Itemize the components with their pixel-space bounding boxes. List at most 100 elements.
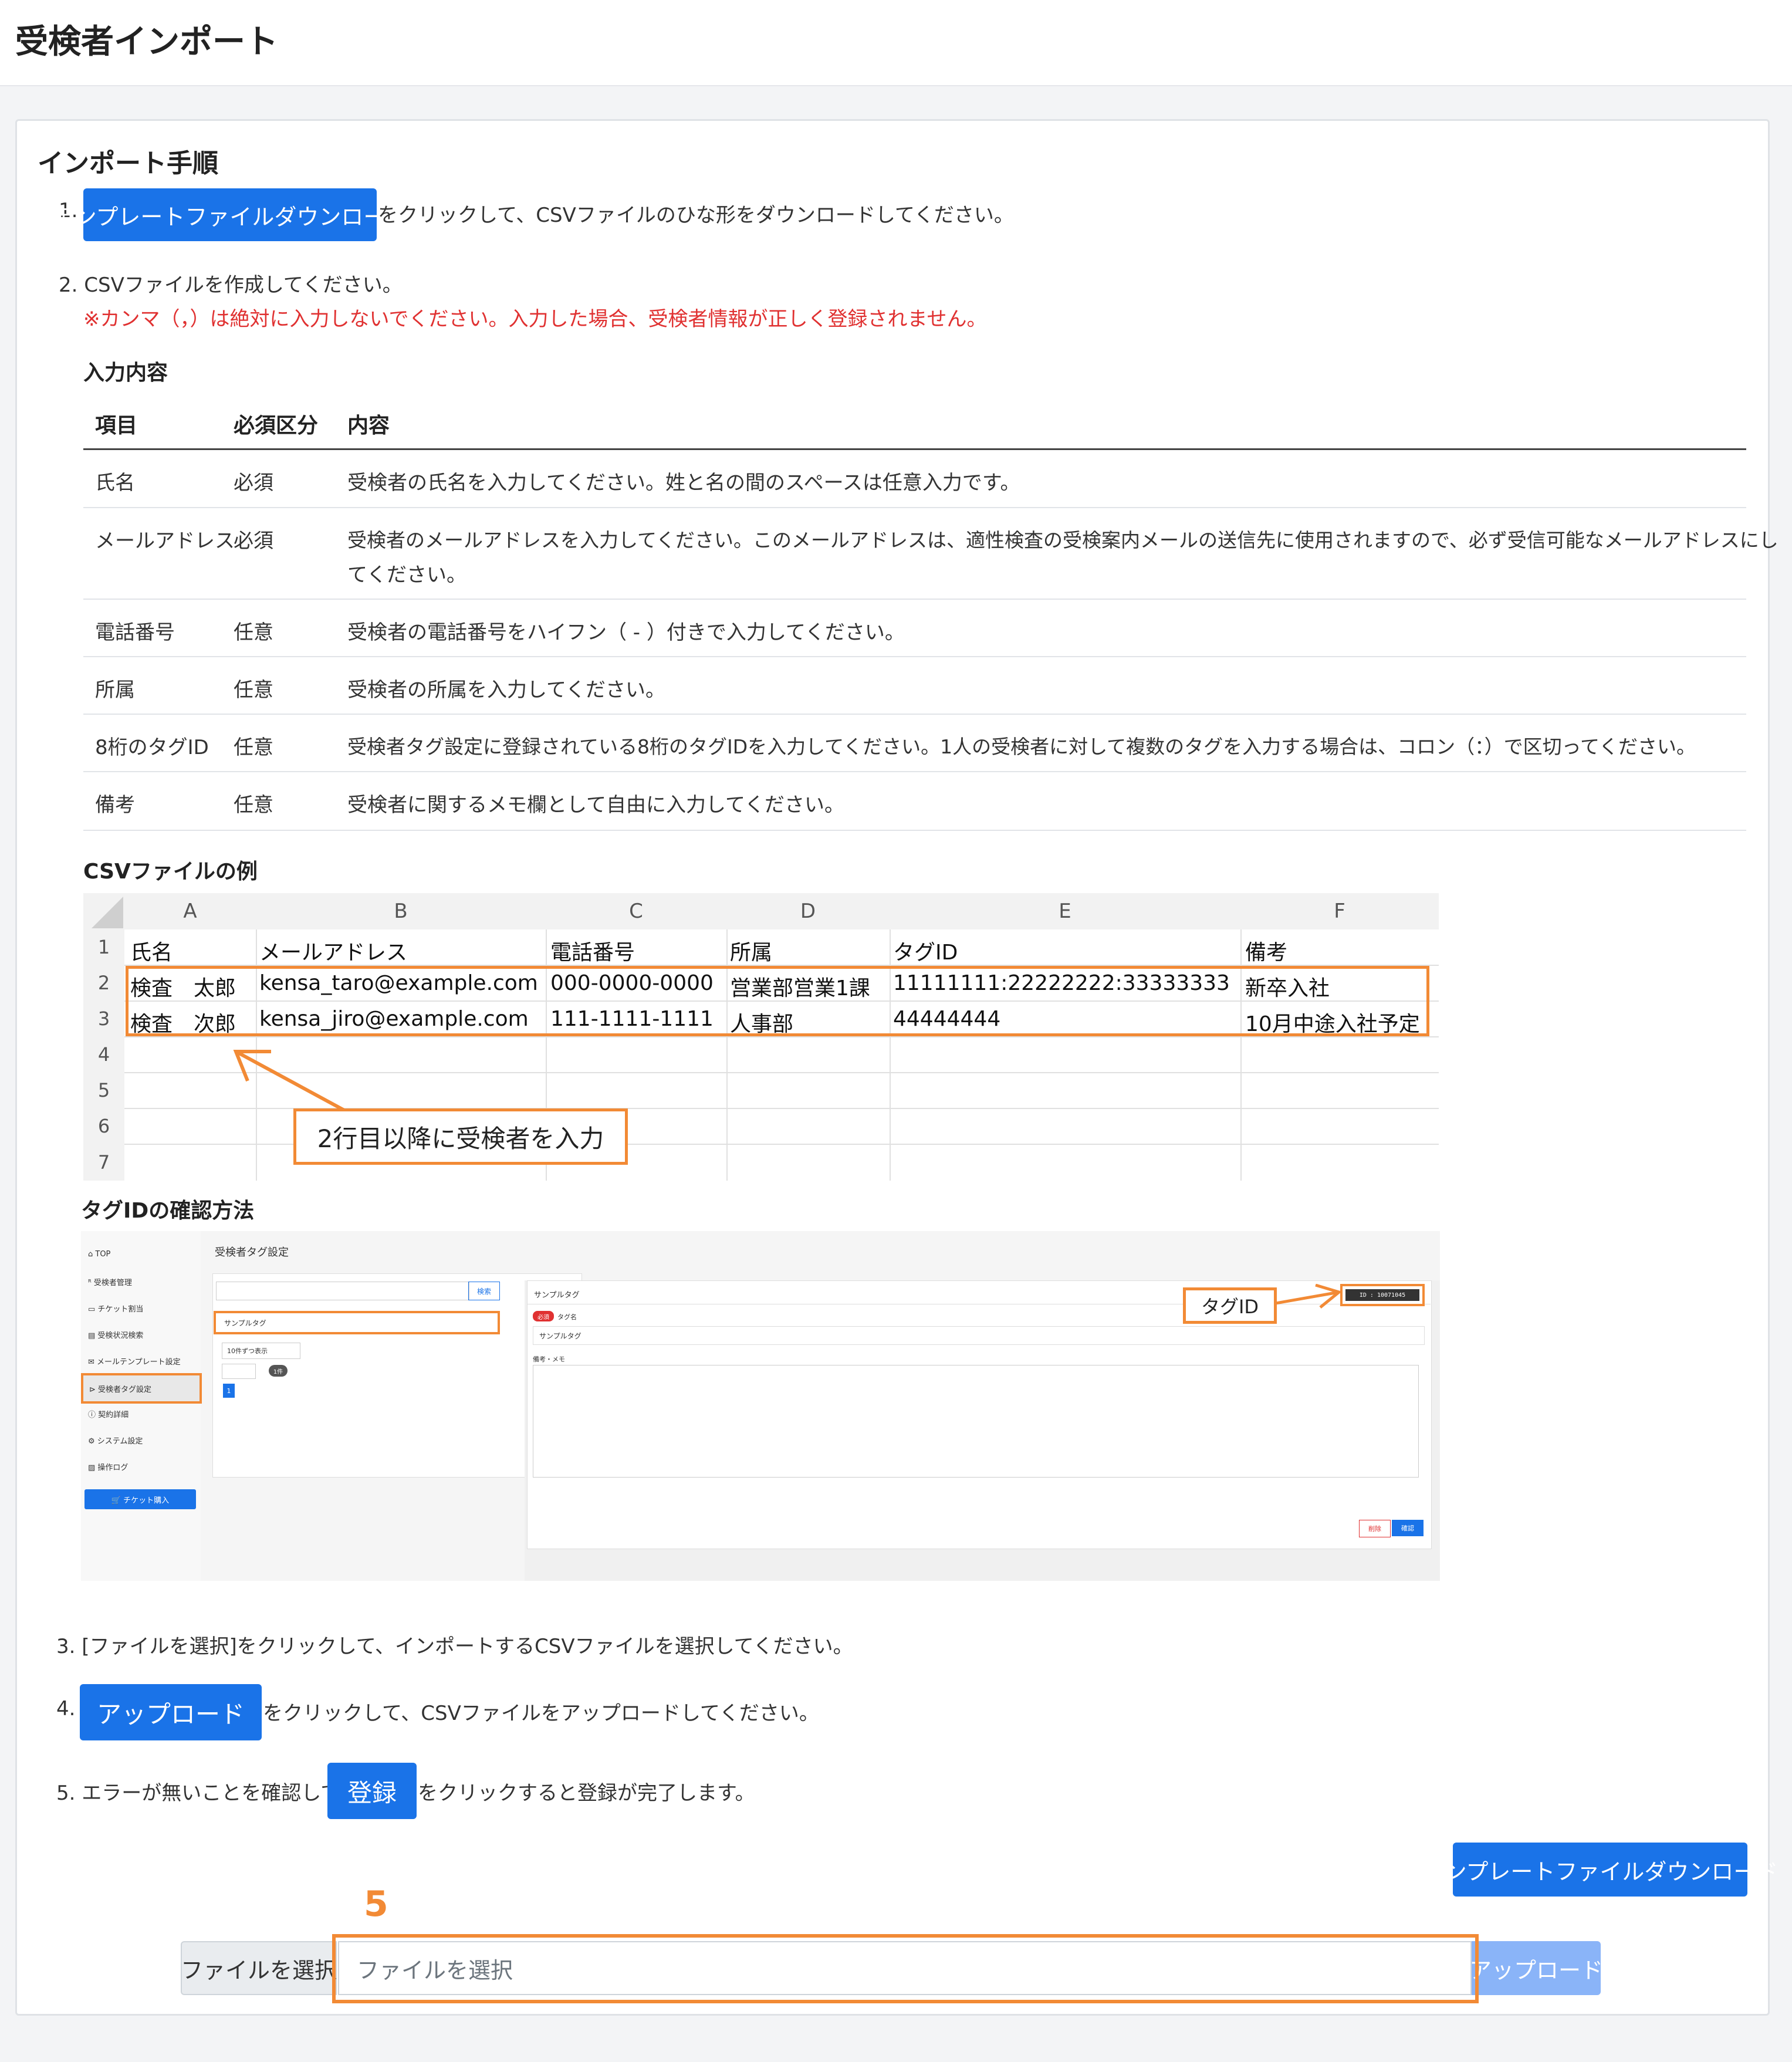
row-description: 受検者のメールアドレスを入力してください。このメールアドレスは、適性検査の受検案… (347, 529, 1779, 552)
row-divider (83, 714, 1746, 715)
sheet-corner (83, 893, 124, 929)
mini-search-input (216, 1282, 469, 1300)
tagid-title: タグIDの確認方法 (81, 1199, 255, 1223)
mini-required-badge: 必須 (533, 1311, 554, 1321)
mini-tag-name-input: サンプルタグ (533, 1326, 1425, 1345)
csv-callout-label: 2行目以降に受検者を入力 (293, 1108, 628, 1165)
mini-sidebar-item: ▭ チケット割当 (88, 1305, 144, 1314)
row-item: 所属 (95, 678, 135, 702)
step1-text: をクリックして、CSVファイルのひな形をダウンロードしてください。 (378, 204, 1014, 227)
tag-settings-screenshot: ⌂ TOP ᴿ 受検者管理 ▭ チケット割当 ▤ 受検状況検索 ✉ メールテンプ… (81, 1231, 1440, 1581)
mini-sidebar-item: ▤ 受検状況検索 (88, 1331, 144, 1340)
row-divider (83, 599, 1746, 600)
row-header: 2 (83, 965, 124, 1000)
mini-confirm-button: 確認 (1392, 1520, 1424, 1536)
row-item: 氏名 (95, 471, 135, 495)
row-header: 3 (83, 1000, 124, 1036)
step4-text: をクリックして、CSVファイルをアップロードしてください。 (263, 1702, 819, 1725)
step3-text: 3. [ファイルを選択]をクリックして、インポートするCSVファイルを選択してく… (56, 1635, 853, 1658)
row-divider (83, 771, 1746, 772)
upload-inline-button[interactable]: アップロード (80, 1684, 262, 1740)
row-description: 受検者タグ設定に登録されている8桁のタグIDを入力してください。1人の受検者に対… (347, 735, 1696, 758)
row-divider (83, 830, 1746, 831)
csv-example-title: CSVファイルの例 (83, 860, 258, 884)
mini-sidebar-item: ⌂ TOP (88, 1250, 111, 1259)
mini-sidebar-item: ᴿ 受検者管理 (88, 1279, 132, 1287)
mini-id-highlight: ID : 10071045 (1340, 1284, 1425, 1306)
row-item: 備考 (95, 793, 135, 817)
sheet-cell: 備考 (1245, 941, 1288, 965)
mini-list-item: サンプルタグ (214, 1311, 500, 1334)
mini-count-badge: 1件 (269, 1365, 288, 1377)
row-description: 受検者の氏名を入力してください。姓と名の間のスペースは任意入力です。 (347, 471, 1020, 495)
table-header-required: 必須区分 (234, 414, 319, 438)
row-required: 任意 (234, 793, 273, 817)
table-header-item: 項目 (95, 414, 138, 438)
template-download-inline-button[interactable]: テンプレートファイルダウンロード (52, 188, 408, 241)
row-required: 必須 (234, 471, 273, 495)
column-header: E (890, 893, 1240, 929)
row-required: 任意 (234, 678, 273, 702)
row-description-cont: てください。 (347, 563, 466, 587)
mini-ticket-button: 🛒 チケット購入 (84, 1489, 196, 1509)
row-divider (83, 507, 1746, 508)
mini-sidebar-item: ✉ メールテンプレート設定 (88, 1358, 181, 1367)
row-item: メールアドレス (95, 529, 235, 553)
mini-id-badge: ID : 10071045 (1345, 1289, 1419, 1301)
template-download-button[interactable]: テンプレートファイルダウンロード (1422, 1843, 1778, 1897)
sheet-cell: タグID (893, 941, 958, 965)
mini-sidebar-item: ▨ 操作ログ (88, 1463, 129, 1472)
mini-per-page-select: 10件ずつ表示 (222, 1343, 300, 1359)
file-select-button[interactable]: ファイルを選択 (181, 1941, 337, 1995)
mini-memo-textarea (533, 1365, 1419, 1478)
column-header: F (1240, 893, 1439, 929)
step5-text: をクリックすると登録が完了します。 (418, 1782, 755, 1805)
step-marker: 5 (364, 1884, 388, 1925)
row-description: 受検者の所属を入力してください。 (347, 678, 665, 702)
row-required: 任意 (234, 621, 273, 644)
mini-sidebar-item-active: ⊳ 受検者タグ設定 (81, 1373, 202, 1404)
data-rows-highlight (126, 966, 1429, 1036)
mini-sidebar-item: ⚙ システム設定 (88, 1437, 143, 1446)
row-header: 5 (83, 1072, 124, 1108)
column-header: A (124, 893, 256, 929)
mini-page-title: 受検者タグ設定 (215, 1246, 289, 1259)
step5-intro: 5. エラーが無いことを確認して、 (56, 1782, 360, 1805)
mini-page-number: 1 (223, 1384, 235, 1398)
row-header: 4 (83, 1036, 124, 1072)
sheet-cell: メールアドレス (259, 941, 408, 965)
row-divider (83, 656, 1746, 657)
row-header: 6 (83, 1108, 124, 1144)
mini-detail-title: サンプルタグ (534, 1291, 580, 1300)
sheet-cell: 所属 (730, 941, 773, 965)
column-header: D (726, 893, 890, 929)
mini-search-button: 検索 (468, 1282, 500, 1300)
row-header: 1 (83, 929, 124, 965)
mini-delete-button: 削除 (1359, 1520, 1391, 1537)
mini-sidebar-item: ⓘ 契約詳細 (88, 1411, 129, 1419)
row-header: 7 (83, 1144, 124, 1181)
table-header-divider (83, 448, 1746, 450)
row-required: 必須 (234, 529, 273, 553)
mini-pager-arrows (222, 1364, 256, 1379)
mini-memo-label: 備考・メモ (533, 1355, 565, 1363)
row-required: 任意 (234, 736, 273, 759)
column-header: B (256, 893, 546, 929)
step2-text: 2. CSVファイルを作成してください。 (59, 273, 403, 297)
register-inline-button[interactable]: 登録 (327, 1763, 417, 1819)
row-item: 電話番号 (95, 621, 175, 644)
step4-number: 4. (56, 1697, 76, 1720)
file-input-highlight (332, 1934, 1479, 2003)
row-item: 8桁のタグID (95, 736, 209, 759)
input-content-title: 入力内容 (83, 361, 168, 385)
upload-button[interactable]: アップロード (1469, 1941, 1603, 1995)
mini-tag-name-label: タグ名 (557, 1313, 577, 1321)
sheet-cell: 氏名 (130, 941, 173, 965)
column-header: C (546, 893, 726, 929)
page-title: 受検者インポート (15, 23, 278, 61)
sheet-cell: 電話番号 (550, 941, 635, 965)
table-header-content: 内容 (347, 414, 390, 438)
csv-example-sheet: A B C D E F 1 2 3 4 5 6 7 氏名 メールアドレス 電話番… (83, 893, 1439, 1181)
section-title: インポート手順 (38, 148, 218, 178)
row-description: 受検者に関するメモ欄として自由に入力してください。 (347, 793, 844, 817)
